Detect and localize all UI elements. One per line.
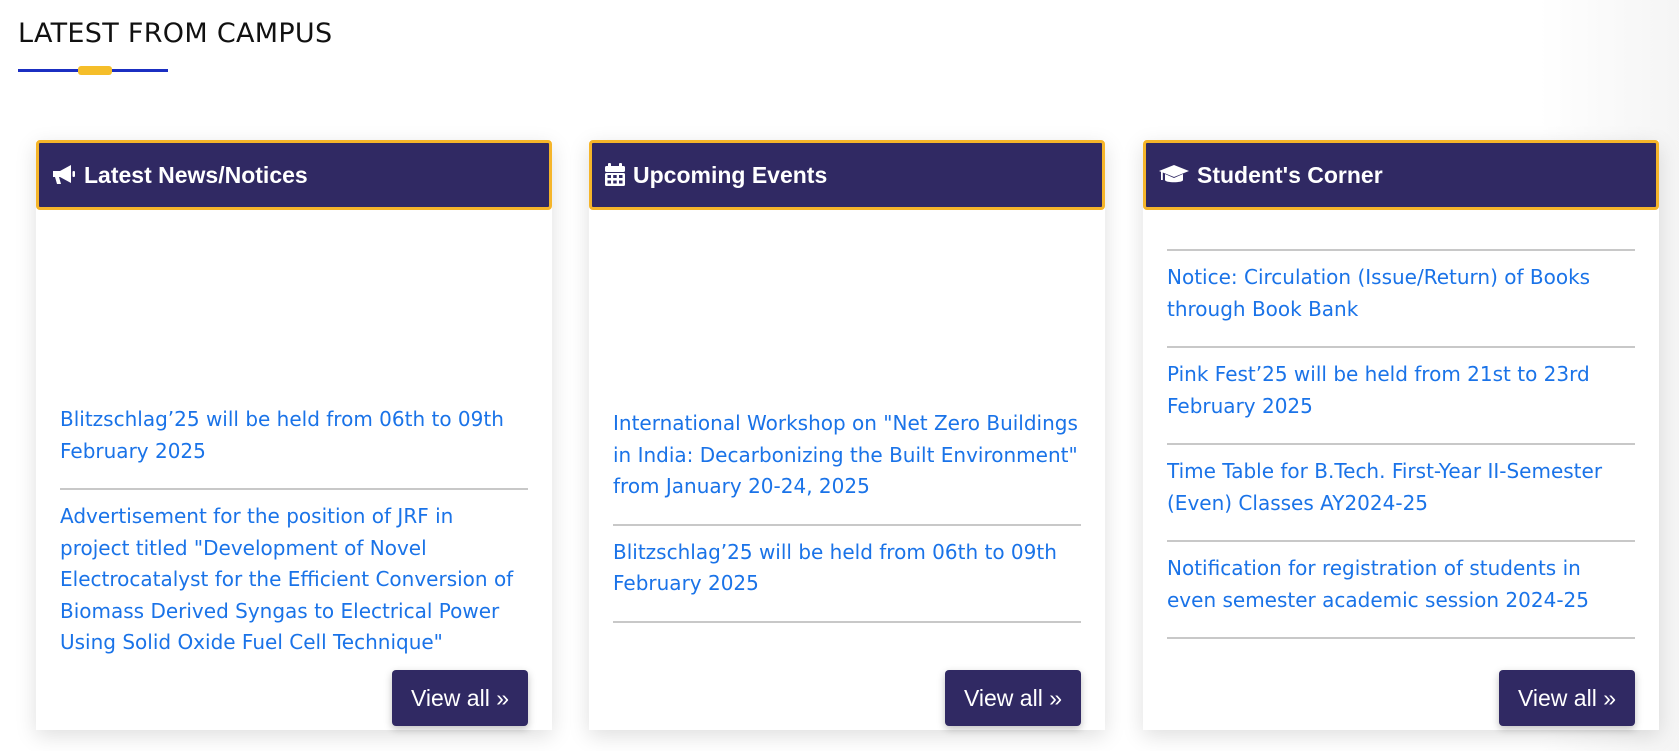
events-card-title: Upcoming Events [633,161,828,188]
underline-accent [78,66,112,75]
students-list-window: Notice: Circulation (Issue/Return) of Bo… [1167,215,1635,730]
students-card-header: Student's Corner [1143,140,1659,210]
calendar-icon [604,163,626,187]
events-item-blitzschlag[interactable]: Blitzschlag’25 will be held from 06th to… [613,526,1081,623]
news-view-all-button[interactable]: View all » [392,670,528,726]
events-list: International Workshop on "Net Zero Buil… [613,397,1081,623]
news-card-title: Latest News/Notices [84,161,308,188]
students-card-title: Student's Corner [1197,161,1383,188]
title-underline [18,66,168,76]
students-item-pink-fest[interactable]: Pink Fest’25 will be held from 21st to 2… [1167,348,1635,445]
students-list: Notice: Circulation (Issue/Return) of Bo… [1167,249,1635,639]
news-card-header: Latest News/Notices [36,140,552,210]
students-card: Student's Corner Notice: Circulation (Is… [1143,140,1659,730]
news-card: Latest News/Notices Blitzschlag’25 will … [36,140,552,730]
section-title: LATEST FROM CAMPUS [18,18,333,49]
events-list-window: International Workshop on "Net Zero Buil… [613,215,1081,665]
megaphone-icon [51,164,77,186]
graduation-cap-icon [1158,164,1190,186]
events-view-all-button[interactable]: View all » [945,670,1081,726]
events-card-header: Upcoming Events [589,140,1105,210]
news-item-jrf-advertisement[interactable]: Advertisement for the position of JRF in… [60,490,528,665]
students-item-book-bank[interactable]: Notice: Circulation (Issue/Return) of Bo… [1167,249,1635,348]
news-item-blitzschlag[interactable]: Blitzschlag’25 will be held from 06th to… [60,393,528,490]
news-list-window: Blitzschlag’25 will be held from 06th to… [60,215,528,665]
news-list: Blitzschlag’25 will be held from 06th to… [60,393,528,665]
students-view-all-button[interactable]: View all » [1499,670,1635,726]
events-item-net-zero-workshop[interactable]: International Workshop on "Net Zero Buil… [613,397,1081,526]
events-card: Upcoming Events International Workshop o… [589,140,1105,730]
students-item-time-table[interactable]: Time Table for B.Tech. First-Year II-Sem… [1167,445,1635,542]
students-item-registration[interactable]: Notification for registration of student… [1167,542,1635,639]
